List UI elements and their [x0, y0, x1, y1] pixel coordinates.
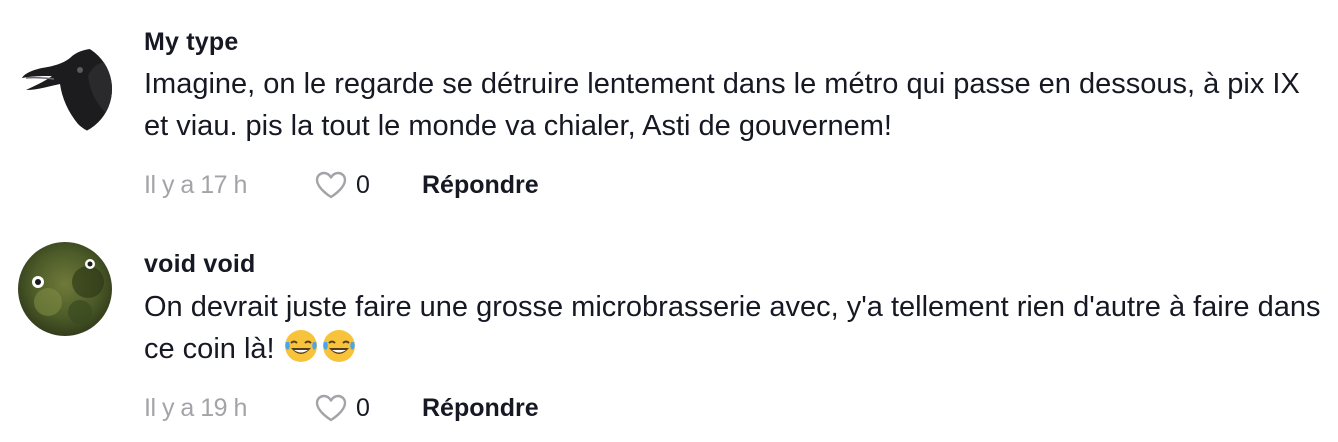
crow-avatar-icon — [18, 42, 112, 136]
reply-button[interactable]: Répondre — [422, 394, 539, 423]
avatar[interactable] — [18, 42, 112, 136]
heart-icon — [315, 394, 347, 422]
like-button[interactable]: 0 — [314, 170, 422, 200]
comment-meta: Il y a 19 h 0 Répondre — [144, 388, 1324, 428]
laughing-tears-emoji-icon — [283, 328, 319, 364]
lizard-eye-avatar-icon — [18, 242, 112, 336]
reply-button[interactable]: Répondre — [422, 171, 539, 200]
laughing-tears-emoji-icon — [321, 328, 357, 364]
heart-icon — [315, 171, 347, 199]
like-button[interactable]: 0 — [314, 393, 422, 423]
like-count: 0 — [356, 170, 370, 199]
avatar[interactable] — [18, 242, 112, 336]
comment-timestamp: Il y a 17 h — [144, 170, 247, 199]
comment-text: On devrait juste faire une grosse microb… — [144, 286, 1324, 370]
comment-meta: Il y a 17 h 0 Répondre — [144, 165, 1324, 205]
comment-username[interactable]: My type — [144, 24, 1324, 60]
comment-username[interactable]: void void — [144, 246, 1324, 282]
comment-timestamp: Il y a 19 h — [144, 393, 247, 422]
like-count: 0 — [356, 393, 370, 422]
comment-text: Imagine, on le regarde se détruire lente… — [144, 68, 1300, 142]
